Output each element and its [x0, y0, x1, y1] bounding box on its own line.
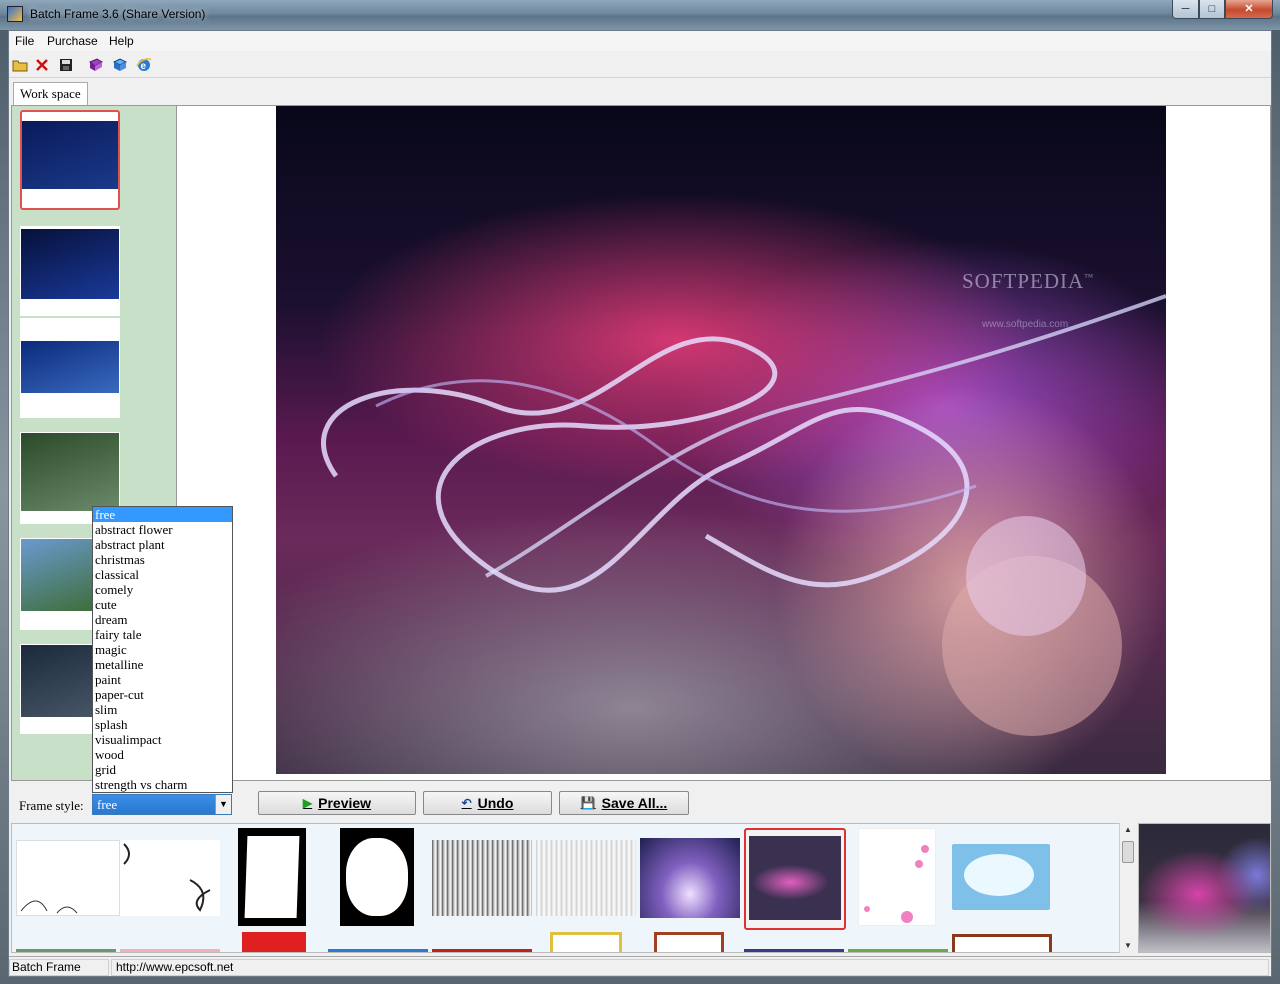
frame-style-option[interactable]: comely: [93, 582, 232, 597]
frame-style-option[interactable]: paper-cut: [93, 687, 232, 702]
frame-thumb[interactable]: [744, 949, 844, 952]
frame-thumb[interactable]: [242, 932, 306, 952]
app-icon: [7, 6, 23, 22]
frame-thumb[interactable]: [952, 934, 1052, 952]
minimize-button[interactable]: ─: [1172, 0, 1199, 19]
thumb-3-image: [21, 341, 119, 393]
scroll-down-icon[interactable]: ▼: [1120, 939, 1136, 953]
frame-style-option[interactable]: fairy tale: [93, 627, 232, 642]
frame-style-option[interactable]: christmas: [93, 552, 232, 567]
frame-thumb[interactable]: [340, 828, 414, 926]
frame-gallery-scrollbar[interactable]: ▲ ▼: [1119, 823, 1135, 953]
frame-style-option[interactable]: metalline: [93, 657, 232, 672]
frame-style-option[interactable]: classical: [93, 567, 232, 582]
frame-style-value: free: [97, 797, 118, 812]
title-bar[interactable]: Batch Frame 3.6 (Share Version) ─ □ ✕: [0, 0, 1280, 30]
status-app-name: Batch Frame: [9, 959, 109, 976]
main-preview-image: SOFTPEDIA™ www.softpedia.com: [276, 106, 1166, 774]
menu-bar: File Purchase Help: [9, 31, 1271, 51]
save-all-button[interactable]: 💾 Save All...: [559, 791, 689, 815]
thumb-1-image: [22, 121, 118, 189]
status-bar: Batch Frame http://www.epcsoft.net: [9, 956, 1271, 976]
undo-icon: ↶: [461, 796, 472, 810]
thumb-3[interactable]: [20, 318, 120, 418]
frame-thumb[interactable]: [654, 932, 724, 952]
chevron-down-icon[interactable]: ▼: [215, 795, 231, 814]
delete-icon[interactable]: [33, 56, 51, 74]
frame-style-option[interactable]: grid: [93, 762, 232, 777]
frame-style-label: Frame style:: [19, 798, 84, 813]
frame-style-option[interactable]: wood: [93, 747, 232, 762]
scroll-thumb[interactable]: [1122, 841, 1134, 863]
frame-thumb[interactable]: [120, 949, 220, 952]
save-icon: 💾: [580, 796, 596, 810]
thumb-1[interactable]: [20, 110, 120, 210]
frame-gallery[interactable]: [11, 823, 1133, 953]
play-icon: ▶: [302, 796, 313, 810]
frame-thumb[interactable]: [432, 840, 532, 916]
frame-thumb[interactable]: [536, 840, 636, 916]
frame-thumb[interactable]: [238, 828, 306, 926]
frame-style-option[interactable]: free: [93, 507, 232, 522]
frame-thumb[interactable]: [640, 838, 740, 918]
undo-label: Undo: [477, 795, 514, 811]
close-button[interactable]: ✕: [1225, 0, 1273, 19]
open-folder-icon[interactable]: [11, 56, 29, 74]
frame-style-option[interactable]: strength vs charm: [93, 777, 232, 792]
frame-thumb-selected[interactable]: [744, 828, 846, 930]
maximize-button[interactable]: □: [1199, 0, 1225, 19]
frame-style-option[interactable]: slim: [93, 702, 232, 717]
frame-style-option[interactable]: splash: [93, 717, 232, 732]
app-window: Batch Frame 3.6 (Share Version) ─ □ ✕ Fi…: [0, 0, 1280, 984]
menu-file[interactable]: File: [15, 34, 34, 48]
thumb-2-image: [21, 229, 119, 299]
frame-style-dropdown[interactable]: free abstract flower abstract plant christm…: [92, 506, 233, 793]
status-url: http://www.epcsoft.net: [111, 959, 1269, 976]
light-trails: [321, 294, 1166, 736]
preview-label: Preview: [318, 795, 372, 811]
book-icon[interactable]: [87, 56, 105, 74]
client-area: File Purchase Help e Work space SOFTPEDI…: [8, 30, 1272, 977]
frame-thumb[interactable]: [550, 932, 622, 952]
frame-thumb[interactable]: [952, 844, 1050, 910]
toolbar: e: [9, 52, 1271, 78]
scroll-up-icon[interactable]: ▲: [1120, 823, 1136, 837]
frame-style-option[interactable]: dream: [93, 612, 232, 627]
ie-icon[interactable]: e: [135, 56, 153, 74]
thumb-2[interactable]: [20, 226, 120, 316]
frame-style-option[interactable]: abstract flower: [93, 522, 232, 537]
frame-thumb[interactable]: [848, 949, 948, 952]
frame-style-option[interactable]: visualimpact: [93, 732, 232, 747]
frame-thumb[interactable]: [328, 949, 428, 952]
save-icon[interactable]: [57, 56, 75, 74]
menu-help[interactable]: Help: [109, 34, 134, 48]
undo-button[interactable]: ↶ Undo: [423, 791, 552, 815]
watermark-text: SOFTPEDIA™: [962, 269, 1095, 293]
watermark-url: www.softpedia.com: [982, 319, 1069, 330]
frame-style-option[interactable]: magic: [93, 642, 232, 657]
frame-style-option[interactable]: abstract plant: [93, 537, 232, 552]
preview-button[interactable]: ▶ Preview: [258, 791, 416, 815]
frame-thumb[interactable]: [858, 828, 936, 926]
frame-style-option[interactable]: cute: [93, 597, 232, 612]
tab-workspace[interactable]: Work space: [13, 82, 88, 105]
frame-thumb[interactable]: [432, 949, 532, 952]
box-icon[interactable]: [111, 56, 129, 74]
save-all-label: Save All...: [601, 795, 668, 811]
svg-text:e: e: [141, 61, 147, 72]
frame-style-option[interactable]: paint: [93, 672, 232, 687]
frame-thumb[interactable]: [120, 840, 220, 916]
thumb-4-image: [21, 433, 119, 511]
window-title: Batch Frame 3.6 (Share Version): [30, 7, 206, 21]
frame-thumb[interactable]: [16, 840, 120, 916]
menu-purchase[interactable]: Purchase: [47, 34, 98, 48]
frame-style-select[interactable]: free ▼: [92, 794, 232, 815]
frame-thumb[interactable]: [16, 949, 116, 952]
tab-row: Work space: [9, 79, 1271, 105]
frame-preview-thumb: [1138, 823, 1271, 953]
